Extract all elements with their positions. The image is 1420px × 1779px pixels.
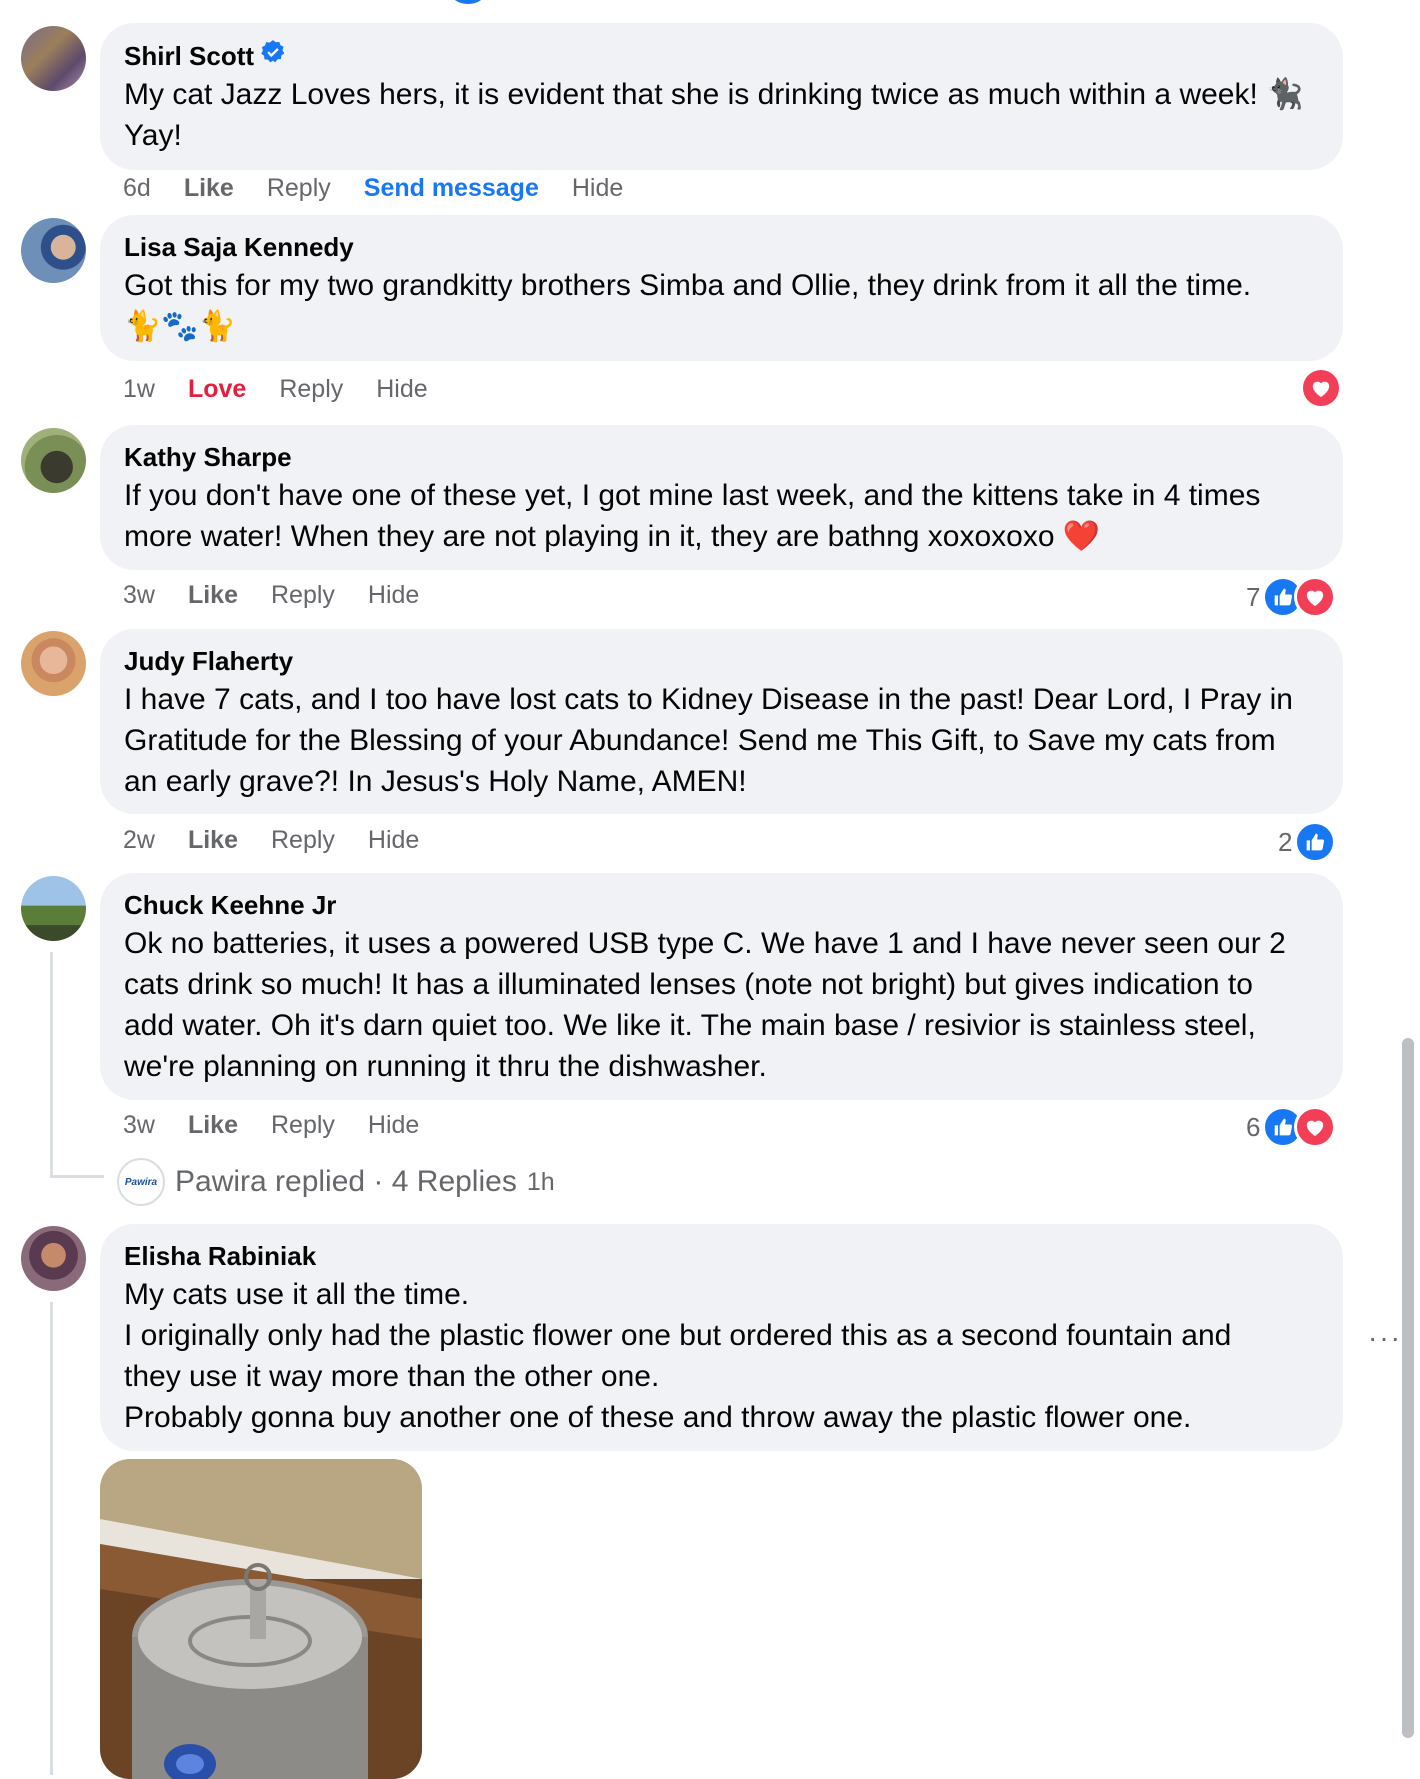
comment-author[interactable]: Judy Flaherty [124, 645, 293, 677]
comment-time[interactable]: 3w [123, 581, 155, 610]
hide-button[interactable]: Hide [572, 174, 623, 203]
love-reaction-button[interactable]: Love [188, 375, 246, 404]
like-button[interactable]: Like [188, 581, 238, 610]
hide-button[interactable]: Hide [376, 375, 427, 404]
reaction-summary[interactable]: 6 [1246, 1106, 1337, 1148]
reaction-count: 2 [1278, 826, 1293, 857]
comment-actions: 2w Like Reply Hide [123, 826, 419, 855]
comment-text: Ok no batteries, it uses a powered USB t… [124, 927, 1286, 1083]
comment-bubble: Kathy Sharpe If you don't have one of th… [100, 425, 1343, 570]
pawira-logo: Pawira [117, 1158, 165, 1206]
love-reaction-icon [1294, 576, 1337, 618]
comment-author[interactable]: Kathy Sharpe [124, 441, 292, 473]
view-replies-link[interactable]: Pawira Pawira replied · 4 Replies 1h [117, 1158, 555, 1206]
comment-actions: 6d Like Reply Send message Hide [123, 174, 623, 203]
comment-photo[interactable] [100, 1459, 422, 1779]
comment-text: If you don't have one of these yet, I go… [124, 479, 1261, 553]
comment-bubble: Chuck Keehne Jr Ok no batteries, it uses… [100, 873, 1343, 1100]
reaction-summary[interactable]: 2 [1278, 821, 1337, 863]
reply-button[interactable]: Reply [267, 174, 331, 203]
comment-time[interactable]: 1w [123, 375, 155, 404]
comment-time[interactable]: 6d [123, 174, 151, 203]
scrollbar[interactable] [1402, 1038, 1414, 1738]
comment-text: Got this for my two grandkitty brothers … [124, 269, 1252, 343]
avatar[interactable] [21, 218, 86, 283]
comment-actions: 3w Like Reply Hide [123, 581, 419, 610]
comment-text: My cats use it all the time. I originall… [124, 1278, 1232, 1434]
comment-time[interactable]: 2w [123, 826, 155, 855]
love-reaction-icon [1300, 367, 1342, 409]
reaction-summary[interactable] [1300, 367, 1342, 409]
reaction-summary[interactable]: 7 [1246, 576, 1337, 618]
reaction-count: 7 [1246, 581, 1261, 612]
thread-line [50, 1302, 53, 1775]
comment-bubble: Lisa Saja Kennedy Got this for my two gr… [100, 215, 1343, 361]
more-options-button[interactable]: ··· [1368, 1322, 1402, 1354]
send-message-button[interactable]: Send message [364, 174, 539, 203]
hide-button[interactable]: Hide [368, 1111, 419, 1140]
comment-actions: 3w Like Reply Hide [123, 1111, 419, 1140]
reply-button[interactable]: Reply [271, 826, 335, 855]
reply-button[interactable]: Reply [279, 375, 343, 404]
replies-label[interactable]: Pawira replied · 4 Replies [175, 1165, 517, 1199]
avatar[interactable] [21, 428, 86, 493]
reply-button[interactable]: Reply [271, 581, 335, 610]
thread-line [50, 952, 53, 1178]
love-reaction-icon [1294, 1106, 1337, 1148]
thread-connector [50, 1175, 104, 1178]
comment-author[interactable]: Elisha Rabiniak [124, 1240, 316, 1272]
comment-author[interactable]: Chuck Keehne Jr [124, 889, 336, 921]
like-button[interactable]: Like [188, 1111, 238, 1140]
avatar[interactable] [21, 26, 86, 91]
verified-badge-icon [260, 39, 286, 72]
like-button[interactable]: Like [184, 174, 234, 203]
hide-button[interactable]: Hide [368, 826, 419, 855]
reply-button[interactable]: Reply [271, 1111, 335, 1140]
reaction-count: 6 [1246, 1111, 1261, 1142]
avatar[interactable] [21, 876, 86, 941]
hide-button[interactable]: Hide [368, 581, 419, 610]
comment-author[interactable]: Lisa Saja Kennedy [124, 231, 354, 263]
comment-text: I have 7 cats, and I too have lost cats … [124, 683, 1293, 798]
like-reaction-icon [1294, 821, 1337, 863]
like-button[interactable]: Like [188, 826, 238, 855]
comment-bubble: Elisha Rabiniak My cats use it all the t… [100, 1224, 1343, 1451]
avatar[interactable] [21, 631, 86, 696]
previous-comment-remnant [450, 0, 486, 4]
comment-bubble: Shirl Scott My cat Jazz Loves hers, it i… [100, 23, 1343, 170]
comment-text: My cat Jazz Loves hers, it is evident th… [124, 78, 1304, 152]
comment-time[interactable]: 3w [123, 1111, 155, 1140]
comment-bubble: Judy Flaherty I have 7 cats, and I too h… [100, 629, 1343, 814]
comment-author[interactable]: Shirl Scott [124, 40, 254, 72]
comment-actions: 1w Love Reply Hide [123, 375, 428, 404]
fountain-photo-image [100, 1459, 422, 1779]
avatar[interactable] [21, 1226, 86, 1291]
replies-time: 1h [526, 1167, 555, 1196]
